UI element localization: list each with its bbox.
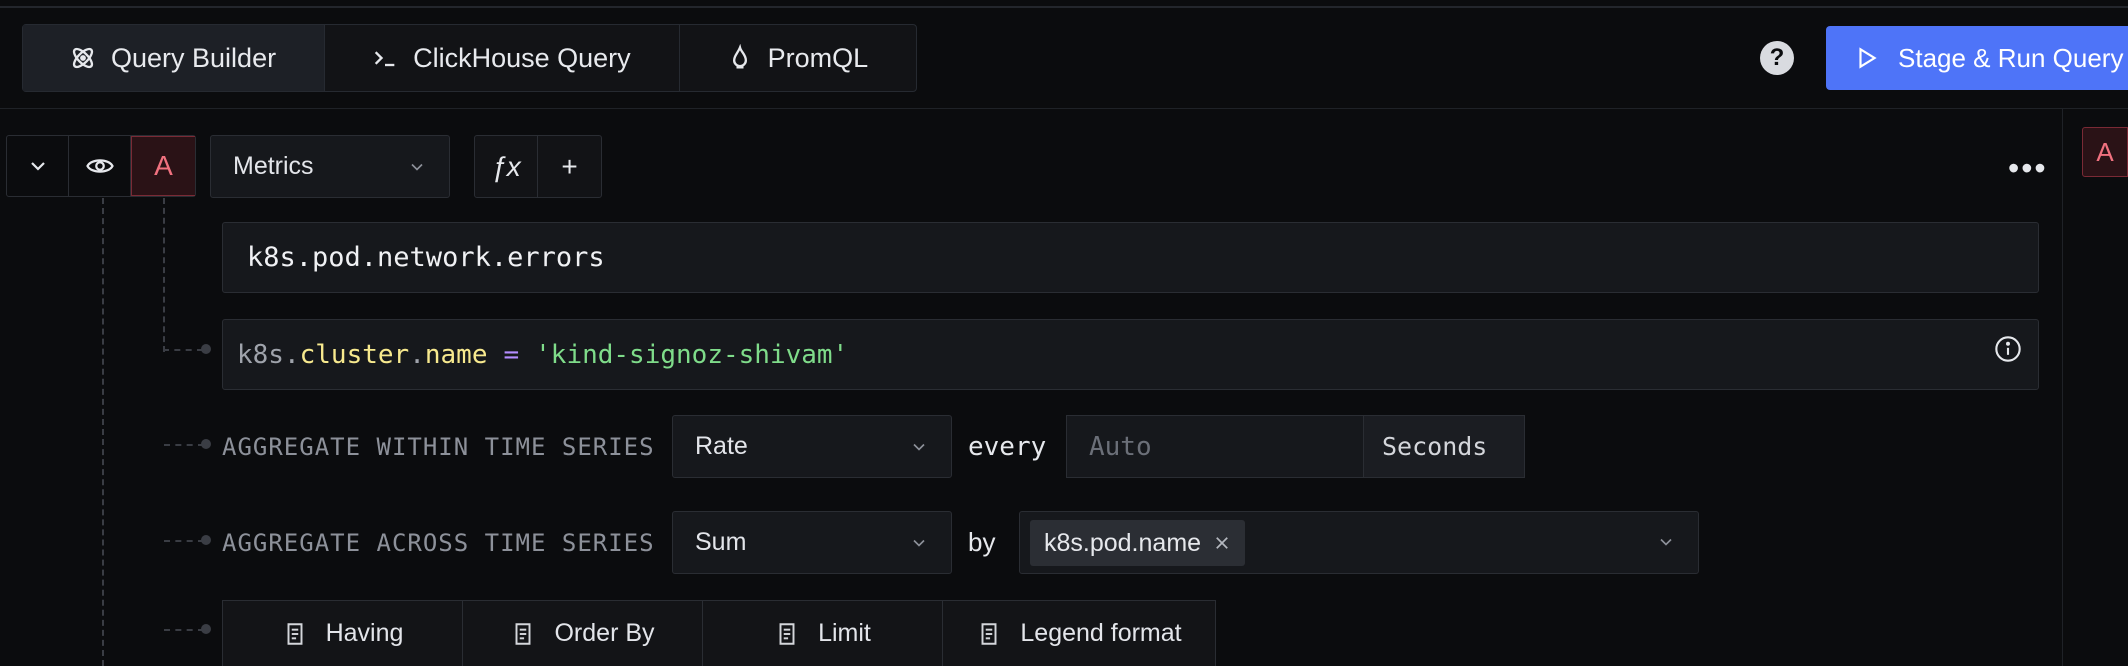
aggregate-across-select[interactable]: Sum (672, 511, 952, 574)
tree-node (201, 439, 211, 449)
tab-promql[interactable]: PromQL (680, 25, 917, 91)
tree-node (201, 624, 211, 634)
metric-name-input[interactable]: k8s.pod.network.errors (222, 222, 2039, 293)
tree-node (201, 344, 211, 354)
filter-key-prefix: k8s. (237, 339, 300, 370)
help-button[interactable]: ? (1760, 41, 1794, 75)
close-icon[interactable] (1213, 534, 1231, 552)
group-by-chip: k8s.pod.name (1030, 520, 1246, 566)
terminal-icon (374, 51, 395, 67)
group-by-chip-label: k8s.pod.name (1044, 528, 1202, 557)
filter-key-part: cluster (299, 339, 410, 370)
every-label: every (968, 432, 1047, 462)
collapse-button[interactable] (7, 136, 69, 196)
aggregate-within-select[interactable]: Rate (672, 415, 952, 478)
query-controls: A (6, 135, 196, 197)
tab-label: ClickHouse Query (413, 42, 631, 73)
filter-expression-input[interactable]: k8s. cluster. name = 'kind-signoz-shivam' (222, 319, 2039, 390)
scroll-text-icon (779, 622, 795, 645)
add-function-button[interactable]: ƒx (475, 136, 538, 197)
play-icon (1859, 47, 1877, 69)
tab-query-builder[interactable]: Query Builder (23, 25, 326, 91)
query-type-tabs: Query Builder ClickHouse Query PromQL (22, 24, 918, 92)
filter-key-dot: . (409, 339, 425, 370)
add-button[interactable]: + (538, 136, 601, 197)
interval-placeholder: Auto (1089, 431, 1152, 462)
data-source-select[interactable]: Metrics (210, 135, 450, 198)
stage-run-query-button[interactable]: Stage & Run Query (1826, 26, 2128, 90)
eye-icon (85, 159, 114, 173)
function-controls: ƒx + (474, 135, 602, 198)
chevron-down-icon (913, 443, 925, 451)
having-label: Having (325, 619, 404, 647)
filter-key-part: name (424, 339, 488, 370)
limit-label: Limit (818, 619, 871, 647)
query-options-bar: Having Order By Limit Legend format (222, 600, 1216, 666)
tree-connector (102, 198, 104, 666)
tree-node (201, 535, 211, 545)
chevron-down-icon (1660, 538, 1672, 546)
group-by-chevron[interactable] (1656, 532, 1676, 557)
tree-connector (164, 444, 204, 446)
side-panel-divider (2062, 108, 2063, 666)
tab-clickhouse-query[interactable]: ClickHouse Query (325, 25, 680, 91)
run-label: Stage & Run Query (1898, 42, 2124, 73)
having-button[interactable]: Having (223, 601, 463, 666)
query-letter-badge[interactable]: A (131, 136, 195, 196)
aggregate-across-label: AGGREGATE ACROSS TIME SERIES (222, 529, 655, 557)
info-icon[interactable] (1994, 335, 2022, 368)
interval-input[interactable]: Auto (1066, 415, 1364, 478)
chevron-down-icon (913, 539, 925, 547)
legend-format-button[interactable]: Legend format (943, 601, 1215, 666)
order-by-button[interactable]: Order By (463, 601, 703, 666)
function-icon: ƒx (491, 150, 521, 182)
atom-icon (72, 47, 94, 69)
aggregate-across-value: Sum (695, 528, 747, 556)
scroll-text-icon (287, 622, 303, 645)
metric-name-value: k8s.pod.network.errors (247, 242, 605, 273)
tab-label: PromQL (767, 42, 869, 73)
more-options-icon[interactable]: ••• (2008, 150, 2048, 187)
flame-icon (732, 44, 747, 69)
by-label: by (968, 527, 996, 557)
legend-format-label: Legend format (1020, 619, 1182, 647)
aggregate-within-label: AGGREGATE WITHIN TIME SERIES (222, 433, 655, 461)
tab-label: Query Builder (111, 42, 277, 73)
header-divider (0, 108, 2128, 109)
scroll-text-icon (516, 622, 531, 645)
interval-unit: Seconds (1363, 415, 1525, 478)
tree-connector (163, 198, 165, 352)
filter-operator: = (503, 339, 520, 370)
top-divider (0, 6, 2128, 8)
side-query-letter[interactable]: A (2082, 127, 2128, 177)
visibility-toggle[interactable] (69, 136, 131, 196)
aggregate-within-value: Rate (695, 432, 748, 460)
order-by-label: Order By (554, 619, 655, 647)
plus-icon: + (561, 150, 578, 182)
chevron-down-icon (411, 163, 423, 171)
limit-button[interactable]: Limit (703, 601, 943, 666)
data-source-value: Metrics (233, 152, 314, 180)
tree-connector (163, 349, 203, 351)
filter-value: 'kind-signoz-shivam' (535, 339, 849, 370)
tree-connector (164, 629, 204, 631)
chevron-down-icon (30, 162, 45, 171)
tree-connector (164, 540, 204, 542)
scroll-text-icon (981, 622, 997, 645)
